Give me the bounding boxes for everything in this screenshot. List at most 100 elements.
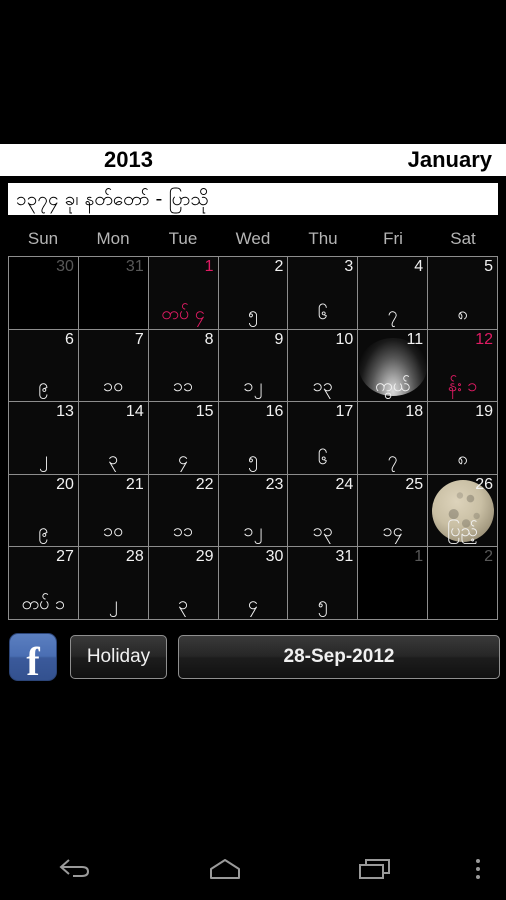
day-number: 18 [405, 403, 424, 421]
calendar-day-cell[interactable]: 15 ၄ [148, 402, 219, 475]
burmese-day-label: ၃ [108, 447, 119, 469]
day-number: 19 [475, 403, 494, 421]
day-number: 30 [56, 258, 74, 275]
burmese-day-label: ၁၃ [312, 375, 333, 397]
calendar-day-cell[interactable]: 30 [9, 257, 79, 330]
calendar-day-cell[interactable]: 10 ၁၃ [288, 329, 359, 403]
day-number: 28 [125, 548, 144, 566]
calendar-day-cell[interactable]: 18 ၇ [358, 402, 429, 475]
calendar-day-cell[interactable]: 21 ၁၀ [78, 474, 149, 548]
calendar-day-cell[interactable]: 6၉ [9, 329, 79, 403]
calendar-day-cell[interactable]: 7 ၁၀ [78, 329, 149, 403]
calendar-day-cell[interactable]: 4၇ [358, 257, 429, 330]
home-button[interactable] [150, 838, 300, 900]
day-number: 8 [204, 330, 214, 348]
calendar-day-cell[interactable]: 14 ၃ [78, 402, 149, 475]
overflow-dot [476, 859, 480, 863]
holiday-button[interactable]: Holiday [70, 635, 167, 679]
calendar-day-cell[interactable]: 12 န်း ၁ [428, 329, 499, 403]
calendar-week-row: 13 ၂ 14 ၃ 15 ၄ 16 ၅ 17 ၆ 18 ၇ 19 ၈ [9, 402, 499, 475]
burmese-day-label: ၈ [457, 302, 468, 324]
back-button[interactable] [0, 838, 150, 900]
calendar-day-cell[interactable]: 8 ၁၁ [148, 329, 219, 403]
weekday-tue: Tue [168, 229, 198, 248]
calendar-day-cell[interactable]: 2၅ [218, 257, 289, 330]
day-number: 11 [406, 330, 424, 348]
day-number: 27 [56, 548, 74, 566]
burmese-day-label: ၅ [317, 592, 328, 614]
day-number: 1 [204, 258, 214, 275]
facebook-icon[interactable]: f [9, 633, 57, 684]
calendar-week-row: 27 တပ် ၁ 28 ၂ 29 ၃ 30 ၄ 31 ၅ 1 2 [9, 547, 499, 620]
burmese-day-label: ၄ [178, 447, 189, 469]
burmese-day-label: ၂ [39, 447, 48, 469]
facebook-glyph: f [26, 639, 40, 684]
calendar-day-cell[interactable]: 31 ၅ [288, 547, 359, 620]
calendar-day-cell[interactable]: 16 ၅ [218, 402, 289, 475]
calendar-day-cell[interactable]: 28 ၂ [78, 547, 149, 620]
burmese-day-label: ၁၀ [103, 520, 124, 542]
date-button[interactable]: 28-Sep-2012 [178, 635, 500, 679]
calendar-day-cell[interactable]: 9 ၁၂ [218, 329, 289, 403]
overflow-dot [476, 867, 480, 871]
day-number: 30 [265, 548, 284, 566]
day-number: 3 [344, 258, 354, 275]
burmese-day-label: ၉ [38, 375, 49, 397]
day-number: 21 [125, 475, 144, 493]
day-number: 23 [265, 475, 284, 493]
calendar-day-cell[interactable]: 11 ကွယ် [358, 329, 429, 403]
calendar-day-cell[interactable]: 29 ၃ [148, 547, 219, 620]
day-number: 5 [484, 258, 494, 275]
calendar-day-cell[interactable]: 22 ၁၁ [148, 474, 219, 548]
day-number: 12 [475, 330, 494, 348]
day-number: 26 [475, 475, 494, 493]
calendar-day-cell[interactable]: 5၈ [428, 257, 499, 330]
day-number: 6 [64, 330, 74, 348]
calendar-app-screen: 2013 January ၁၃၇၄ ခု၊ နတ်တော် - ပြာသို S… [0, 0, 506, 900]
calendar-day-cell[interactable]: 27 တပ် ၁ [9, 547, 79, 620]
title-bar: 2013 January [0, 144, 506, 176]
calendar-week-row: 30 31 1 တပ် ၄2၅3၆4၇5၈ [9, 257, 499, 330]
burmese-day-label: ၆ [317, 447, 328, 469]
burmese-day-label: ၂ [108, 592, 118, 614]
calendar-day-cell[interactable]: 3၆ [288, 257, 359, 330]
calendar-day-cell[interactable]: 24 ၁၃ [288, 474, 359, 548]
day-number: 13 [56, 403, 74, 421]
burmese-day-label: ၁၁ [173, 375, 194, 397]
day-number: 31 [125, 258, 144, 275]
weekday-sun: Sun [27, 229, 59, 248]
calendar-day-cell[interactable]: 23 ၁၂ [218, 474, 289, 548]
burmese-day-label: ၇ [387, 302, 398, 324]
burmese-day-label: တပ် ၄ [161, 302, 205, 324]
burmese-subtitle-label: ၁၃၇၄ ခု၊ နတ်တော် - ပြာသို [16, 187, 209, 210]
burmese-day-label: ၉ [38, 520, 49, 542]
burmese-day-label: ၆ [317, 302, 328, 324]
day-number: 1 [414, 548, 424, 566]
day-number: 10 [335, 330, 354, 348]
calendar-day-cell[interactable]: 26 ပြည့် [428, 474, 499, 548]
day-number: 17 [335, 403, 354, 421]
calendar-day-cell[interactable]: 1 [358, 547, 429, 620]
calendar-day-cell[interactable]: 31 [78, 257, 149, 330]
burmese-day-label: ၁၄ [382, 520, 403, 542]
calendar-day-cell[interactable]: 19 ၈ [428, 402, 499, 475]
calendar-week-row: 6 ၉ 7 ၁၀ 8 ၁၁ 9 ၁၂ 10 ၁၃ 11 ကွယ် 12 န်း ၁ [9, 329, 499, 403]
weekday-mon: Mon [96, 229, 130, 248]
calendar-day-cell[interactable]: 20 ၉ [9, 474, 79, 548]
month-label: January [407, 147, 492, 172]
calendar-day-cell[interactable]: 25 ၁၄ [358, 474, 429, 548]
day-number: 24 [335, 475, 354, 493]
calendar-day-cell[interactable]: 30 ၄ [218, 547, 289, 620]
overflow-menu-button[interactable] [450, 838, 506, 900]
calendar-day-cell[interactable]: 13 ၂ [9, 402, 79, 475]
day-number: 9 [274, 330, 284, 348]
day-number: 29 [195, 548, 214, 566]
calendar-day-cell[interactable]: 1 တပ် ၄ [148, 257, 219, 330]
bottom-toolbar: f Holiday 28-Sep-2012 [0, 628, 506, 686]
recents-button[interactable] [300, 838, 450, 900]
burmese-day-label: တပ် ၁ [21, 592, 66, 614]
calendar-day-cell[interactable]: 2 [428, 547, 499, 620]
back-icon [59, 859, 90, 877]
calendar-day-cell[interactable]: 17 ၆ [288, 402, 359, 475]
burmese-day-label: ၅ [247, 447, 259, 469]
